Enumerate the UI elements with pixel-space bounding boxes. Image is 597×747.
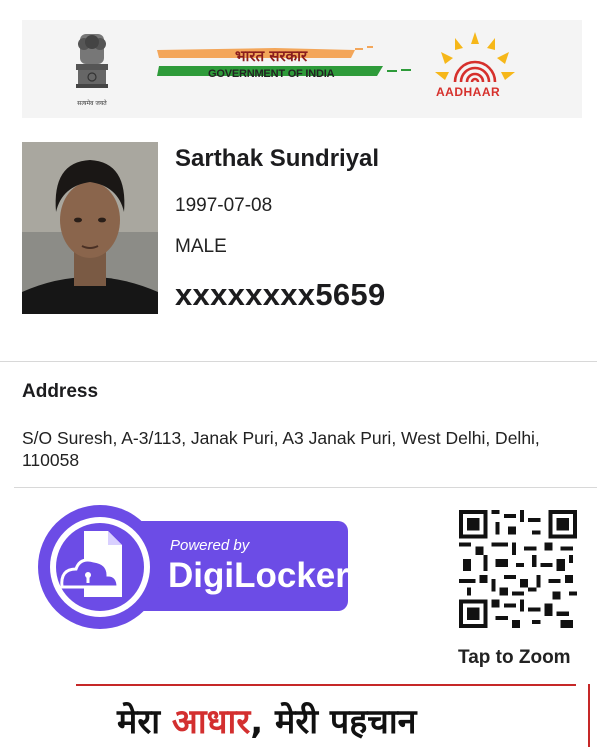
qr-code[interactable] xyxy=(459,510,577,628)
slogan-part-2: , मेरी पहचान xyxy=(250,702,417,742)
masked-aadhaar-number: xxxxxxxx5659 xyxy=(175,277,386,312)
slogan-part-1: मेरा xyxy=(117,702,172,742)
slogan-highlight: आधार xyxy=(171,702,251,742)
footer-side-rule xyxy=(588,684,590,747)
address-heading: Address xyxy=(22,381,99,402)
section-divider xyxy=(0,361,597,362)
government-hindi-label: भारत सरकार xyxy=(235,47,308,65)
gender: MALE xyxy=(175,236,227,257)
digilocker-powered-by: Powered by xyxy=(170,537,250,554)
emblem-motto: सत्यमेव जयते xyxy=(77,100,107,107)
section-divider xyxy=(14,487,597,488)
address-value: S/O Suresh, A-3/113, Janak Puri, A3 Jana… xyxy=(22,428,540,470)
aadhaar-wordmark: AADHAAR xyxy=(436,85,501,99)
national-emblem-icon xyxy=(76,34,108,88)
government-english-label: GOVERNMENT OF INDIA xyxy=(208,68,335,80)
profile-photo[interactable] xyxy=(22,142,158,314)
date-of-birth: 1997-07-08 xyxy=(175,195,273,216)
holder-name: Sarthak Sundriyal xyxy=(175,145,380,172)
tap-to-zoom-label[interactable]: Tap to Zoom xyxy=(458,647,571,669)
aadhaar-slogan: मेरा आधार, मेरी पहचान xyxy=(117,697,417,743)
footer-rule xyxy=(76,684,576,686)
digilocker-wordmark: DigiLocker xyxy=(168,556,349,595)
